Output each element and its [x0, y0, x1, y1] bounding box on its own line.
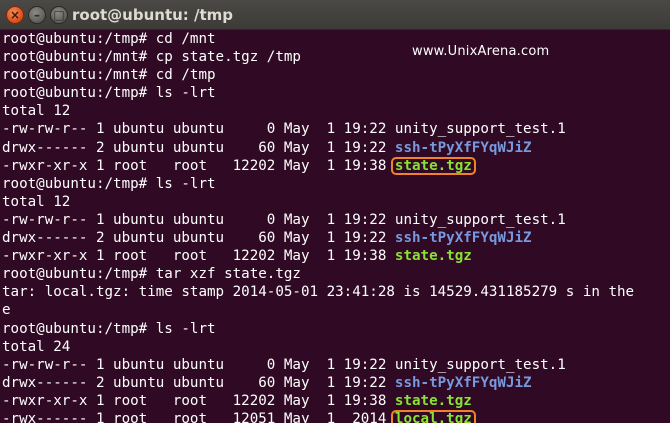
terminal-line: drwx------ 2 ubuntu ubuntu 60 May 1 19:2…: [0, 229, 670, 247]
shell-prompt: root@ubuntu:/tmp#: [2, 85, 156, 102]
file-name: unity_support_test.1: [394, 121, 566, 138]
maximize-button[interactable]: □: [50, 6, 68, 24]
output-text: tar: local.tgz: time stamp 2014-05-01 23…: [2, 284, 635, 301]
shell-command: tar xzf state.tgz: [155, 266, 301, 283]
terminal-line: root@ubuntu:/mnt# cd /tmp: [0, 66, 670, 84]
terminal-line: root@ubuntu:/tmp# ls -lrt: [0, 84, 670, 102]
title-bar[interactable]: × – □ root@ubuntu: /tmp: [0, 0, 670, 30]
file-name: state.tgz: [394, 392, 472, 409]
terminal-output[interactable]: root@ubuntu:/tmp# cd /mnt root@ubuntu:/mn…: [0, 30, 670, 423]
shell-prompt: root@ubuntu:/mnt#: [2, 67, 156, 84]
terminal-line: -rwxr-xr-x 1 root root 12202 May 1 19:38…: [0, 156, 670, 175]
terminal-line: root@ubuntu:/tmp# cd /mnt: [0, 30, 670, 48]
file-name: local.tgz: [390, 409, 476, 423]
file-name: ssh-tPyXfFYqWJiZ: [394, 139, 532, 156]
terminal-line: root@ubuntu:/tmp# ls -lrt: [0, 175, 670, 193]
file-name: unity_support_test.1: [394, 211, 566, 228]
shell-command: cd /tmp: [155, 67, 216, 84]
output-text: total 24: [2, 338, 71, 355]
terminal-line: e: [0, 301, 670, 319]
terminal-line: drwx------ 2 ubuntu ubuntu 60 May 1 19:2…: [0, 139, 670, 157]
output-text: e: [2, 302, 11, 319]
file-name: ssh-tPyXfFYqWJiZ: [394, 374, 532, 391]
output-text: total 12: [2, 193, 71, 210]
shell-prompt: root@ubuntu:/tmp#: [2, 175, 156, 192]
close-button[interactable]: ×: [6, 6, 24, 24]
shell-command: cd /mnt: [155, 31, 216, 47]
file-metadata: -rw-rw-r-- 1 ubuntu ubuntu 0 May 1 19:22: [2, 121, 395, 138]
output-text: total 12: [2, 103, 71, 120]
terminal-line: -rwxr-xr-x 1 root root 12202 May 1 19:38…: [0, 247, 670, 265]
file-metadata: -rwxr-xr-x 1 root root 12202 May 1 19:38: [2, 248, 395, 265]
window-title: root@ubuntu: /tmp: [72, 6, 234, 24]
terminal-line: -rw-rw-r-- 1 ubuntu ubuntu 0 May 1 19:22…: [0, 211, 670, 229]
shell-prompt: root@ubuntu:/tmp#: [2, 320, 156, 337]
terminal-line: root@ubuntu:/mnt# cp state.tgz /tmp: [0, 48, 670, 66]
file-name: state.tgz: [390, 156, 476, 175]
terminal-line: total 24: [0, 338, 670, 356]
maximize-icon: □: [53, 8, 65, 22]
file-metadata: drwx------ 2 ubuntu ubuntu 60 May 1 19:2…: [2, 374, 395, 391]
terminal-line: total 12: [0, 193, 670, 211]
file-name: state.tgz: [394, 248, 472, 265]
file-metadata: -rwxr-xr-x 1 root root 12202 May 1 19:38: [2, 157, 395, 174]
terminal-line: -rw-rw-r-- 1 ubuntu ubuntu 0 May 1 19:22…: [0, 356, 670, 374]
terminal-line: root@ubuntu:/tmp# tar xzf state.tgz: [0, 265, 670, 283]
terminal-line: drwx------ 2 ubuntu ubuntu 60 May 1 19:2…: [0, 374, 670, 392]
file-metadata: drwx------ 2 ubuntu ubuntu 60 May 1 19:2…: [2, 230, 395, 247]
file-name: unity_support_test.1: [394, 356, 566, 373]
shell-command: ls -lrt: [155, 85, 216, 102]
minimize-icon: –: [34, 8, 40, 22]
file-metadata: drwx------ 2 ubuntu ubuntu 60 May 1 19:2…: [2, 139, 395, 156]
terminal-line: -rwxr-xr-x 1 root root 12202 May 1 19:38…: [0, 392, 670, 410]
shell-command: ls -lrt: [155, 320, 216, 337]
terminal-line: -rw-rw-r-- 1 ubuntu ubuntu 0 May 1 19:22…: [0, 120, 670, 138]
terminal-line: total 12: [0, 102, 670, 120]
close-icon: ×: [9, 8, 21, 22]
file-metadata: -rw-rw-r-- 1 ubuntu ubuntu 0 May 1 19:22: [2, 356, 395, 373]
shell-command: ls -lrt: [155, 175, 216, 192]
file-name: ssh-tPyXfFYqWJiZ: [394, 230, 532, 247]
file-metadata: -rwx------ 1 root root 12051 May 1 2014: [2, 410, 395, 423]
terminal-line: root@ubuntu:/tmp# ls -lrt: [0, 320, 670, 338]
shell-command: cp state.tgz /tmp: [155, 49, 301, 66]
shell-prompt: root@ubuntu:/mnt#: [2, 49, 156, 66]
terminal-window: × – □ root@ubuntu: /tmp root@ubuntu:/tmp…: [0, 0, 670, 423]
terminal-line: tar: local.tgz: time stamp 2014-05-01 23…: [0, 283, 670, 301]
shell-prompt: root@ubuntu:/tmp#: [2, 266, 156, 283]
terminal-line: -rwx------ 1 root root 12051 May 1 2014 …: [0, 409, 670, 423]
watermark: www.UnixArena.com: [412, 44, 550, 59]
window-controls: × – □: [6, 6, 68, 24]
shell-prompt: root@ubuntu:/tmp#: [2, 31, 156, 47]
file-metadata: -rw-rw-r-- 1 ubuntu ubuntu 0 May 1 19:22: [2, 211, 395, 228]
minimize-button[interactable]: –: [28, 6, 46, 24]
file-metadata: -rwxr-xr-x 1 root root 12202 May 1 19:38: [2, 392, 395, 409]
